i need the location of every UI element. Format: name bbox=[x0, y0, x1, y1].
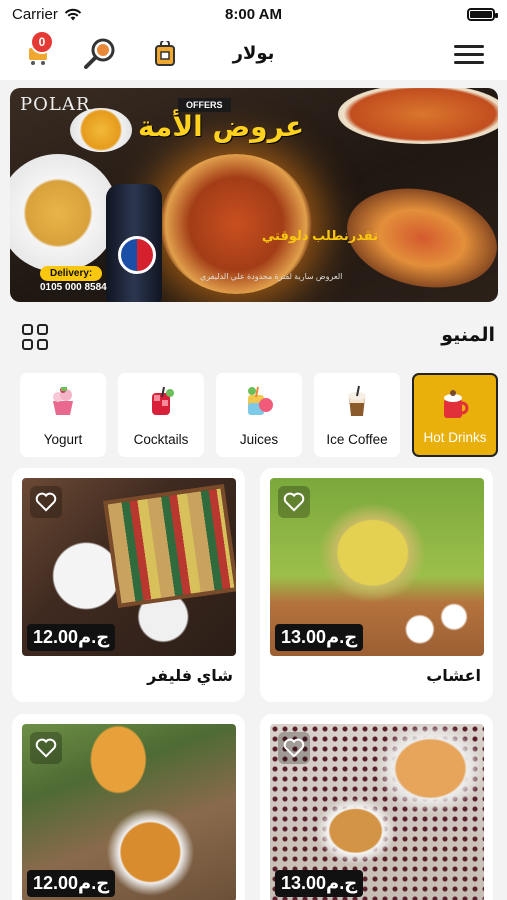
heart-icon bbox=[283, 492, 305, 512]
product-name: اعشاب bbox=[426, 668, 481, 685]
product-price: 12.00ج.م bbox=[27, 870, 116, 897]
category-juices[interactable]: Juices bbox=[216, 373, 302, 457]
favorite-button[interactable] bbox=[278, 486, 310, 518]
status-time: 8:00 AM bbox=[225, 5, 282, 23]
delivery-phone: 0105 000 8584 bbox=[40, 282, 107, 293]
product-card[interactable]: 13.00ج.م bbox=[260, 714, 493, 900]
product-image: 12.00ج.م bbox=[22, 724, 236, 900]
product-card[interactable]: 12.00ج.م bbox=[12, 714, 245, 900]
product-price: 12.00ج.م bbox=[27, 624, 116, 651]
category-hot-drinks[interactable]: Hot Drinks bbox=[412, 373, 498, 457]
product-price: 13.00ج.م bbox=[275, 870, 364, 897]
product-name: شاي فليفر bbox=[147, 668, 233, 685]
ice-coffee-icon bbox=[348, 385, 366, 416]
juice-icon bbox=[248, 386, 273, 415]
category-list: Yogurt Cocktails Juices Ice Coffee Hot D… bbox=[20, 373, 498, 457]
category-yogurt[interactable]: Yogurt bbox=[20, 373, 106, 457]
app-title: بولار bbox=[232, 43, 275, 63]
app-header: 0 بولار bbox=[0, 28, 507, 80]
heart-icon bbox=[283, 738, 305, 758]
favorite-button[interactable] bbox=[278, 732, 310, 764]
favorite-button[interactable] bbox=[30, 732, 62, 764]
product-image: 13.00ج.م bbox=[270, 724, 484, 900]
battery-icon bbox=[467, 7, 498, 21]
banner-logo: POLAR bbox=[20, 94, 91, 115]
banner-title: عروض الأمة bbox=[138, 110, 305, 143]
carrier-label: Carrier bbox=[12, 5, 58, 23]
category-ice-coffee[interactable]: Ice Coffee bbox=[314, 373, 400, 457]
product-card[interactable]: 12.00ج.م شاي فليفر bbox=[12, 468, 245, 702]
cocktail-icon bbox=[152, 386, 174, 415]
favorite-button[interactable] bbox=[30, 486, 62, 518]
menu-section-title: المنيو bbox=[441, 325, 495, 346]
delivery-label: Delivery: bbox=[40, 266, 103, 281]
banner-note: العروض سارية لفترة محدودة علي الدليفري bbox=[200, 272, 343, 281]
heart-icon bbox=[35, 492, 57, 512]
hamburger-icon bbox=[454, 40, 484, 69]
yogurt-icon bbox=[53, 387, 73, 415]
product-image: 13.00ج.م bbox=[270, 478, 484, 656]
banner-subtitle: تقدرنطلب دلوقتي bbox=[261, 228, 378, 243]
menu-button[interactable] bbox=[451, 36, 487, 72]
category-cocktails[interactable]: Cocktails bbox=[118, 373, 204, 457]
status-bar: Carrier 8:00 AM bbox=[0, 0, 507, 28]
grid-view-icon[interactable] bbox=[22, 324, 48, 350]
product-image: 12.00ج.م bbox=[22, 478, 236, 656]
product-price: 13.00ج.م bbox=[275, 624, 364, 651]
wifi-icon bbox=[64, 8, 82, 20]
pepsi-bottle-image bbox=[106, 184, 162, 302]
heart-icon bbox=[35, 738, 57, 758]
product-card[interactable]: 13.00ج.م اعشاب bbox=[260, 468, 493, 702]
promo-banner[interactable]: POLAR OFFERS عروض الأمة تقدرنطلب دلوقتي … bbox=[10, 88, 498, 302]
pizza-image bbox=[338, 88, 498, 144]
hot-drink-icon bbox=[444, 390, 469, 418]
pasta-image bbox=[10, 154, 118, 272]
